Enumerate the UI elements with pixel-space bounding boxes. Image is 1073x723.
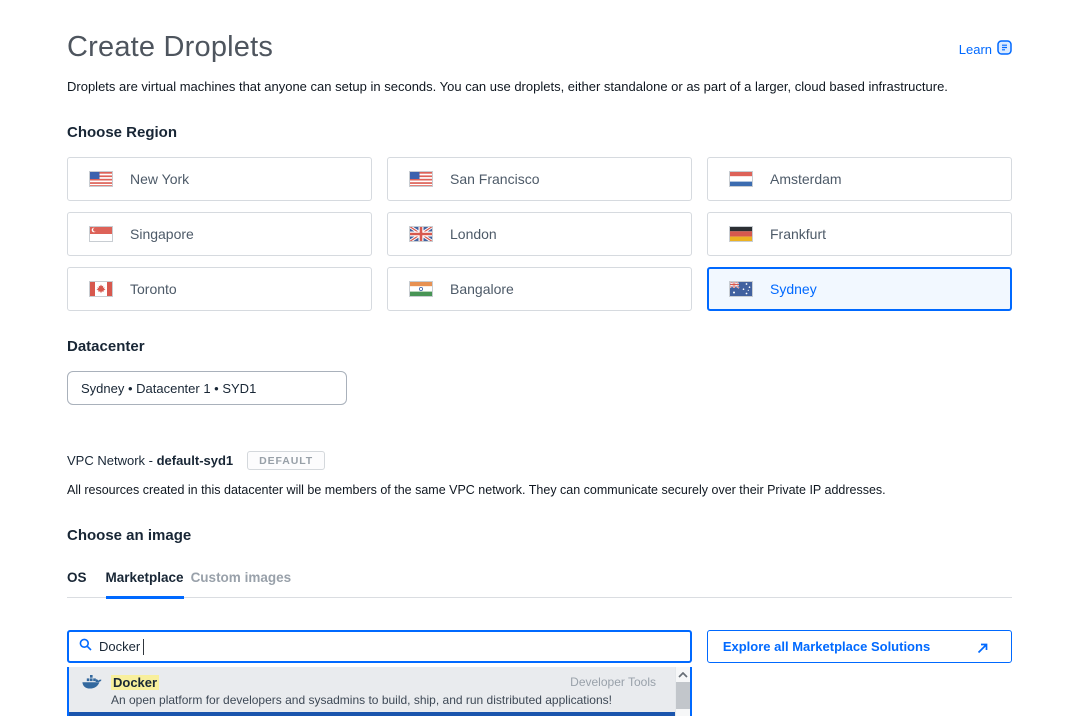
region-card-frankfurt[interactable]: Frankfurt: [707, 212, 1012, 256]
vpc-network-name: default-syd1: [157, 453, 234, 468]
uk-flag-icon: [409, 226, 433, 242]
result-category: Developer Tools: [570, 675, 656, 689]
region-label: Singapore: [130, 226, 194, 242]
marketplace-search-input[interactable]: [99, 639, 143, 654]
docker-whale-icon: [82, 674, 103, 690]
region-label: London: [450, 226, 497, 242]
vpc-network-row: VPC Network - default-syd1 DEFAULT: [67, 451, 1012, 470]
text-cursor: [143, 639, 144, 655]
netherlands-flag-icon: [729, 171, 753, 187]
region-label: Toronto: [130, 281, 177, 297]
search-results-dropdown: Docker Developer Tools An open platform …: [67, 667, 692, 716]
result-name-highlighted: Docker: [111, 675, 159, 690]
region-grid: New York San Francisco Amsterdam Singapo…: [67, 157, 1012, 311]
canada-flag-icon: [89, 281, 113, 297]
us-flag-icon: [409, 171, 433, 187]
image-tabs: OS Marketplace Custom images: [67, 570, 1012, 598]
next-result-item-partial[interactable]: [69, 712, 690, 716]
region-card-new-york[interactable]: New York: [67, 157, 372, 201]
scroll-up-arrow-icon[interactable]: [676, 667, 690, 682]
scrollbar-thumb[interactable]: [676, 682, 691, 709]
choose-region-heading: Choose Region: [67, 124, 1012, 141]
tab-os[interactable]: OS: [67, 570, 87, 599]
explore-marketplace-button[interactable]: Explore all Marketplace Solutions: [707, 630, 1012, 663]
germany-flag-icon: [729, 226, 753, 242]
marketplace-search-row: Explore all Marketplace Solutions: [67, 630, 1012, 663]
region-card-amsterdam[interactable]: Amsterdam: [707, 157, 1012, 201]
region-label: San Francisco: [450, 171, 539, 187]
region-label: Bangalore: [450, 281, 514, 297]
marketplace-search-box[interactable]: [67, 630, 692, 663]
external-arrow-icon: [977, 641, 988, 659]
tab-marketplace[interactable]: Marketplace: [106, 570, 184, 599]
dropdown-scrollbar[interactable]: [675, 667, 690, 716]
choose-image-heading: Choose an image: [67, 527, 1012, 544]
page-subtitle: Droplets are virtual machines that anyon…: [67, 79, 1012, 94]
region-label: Frankfurt: [770, 226, 826, 242]
region-label: Amsterdam: [770, 171, 842, 187]
vpc-network-label: VPC Network - default-syd1: [67, 453, 233, 468]
region-card-bangalore[interactable]: Bangalore: [387, 267, 692, 311]
region-label: Sydney: [770, 281, 817, 297]
region-card-sydney[interactable]: Sydney: [707, 267, 1012, 311]
region-card-toronto[interactable]: Toronto: [67, 267, 372, 311]
explore-marketplace-label: Explore all Marketplace Solutions: [723, 639, 930, 654]
us-flag-icon: [89, 171, 113, 187]
india-flag-icon: [409, 281, 433, 297]
page-title: Create Droplets: [67, 31, 273, 64]
datacenter-selected-value: Sydney • Datacenter 1 • SYD1: [81, 381, 256, 396]
result-item-docker[interactable]: Docker Developer Tools An open platform …: [69, 667, 690, 712]
australia-flag-icon: [729, 281, 753, 297]
search-icon: [79, 638, 92, 656]
learn-link[interactable]: Learn: [959, 40, 1012, 58]
page-header: Create Droplets Learn: [67, 0, 1012, 64]
vpc-default-badge: DEFAULT: [247, 451, 325, 470]
vpc-description: All resources created in this datacenter…: [67, 483, 1012, 497]
singapore-flag-icon: [89, 226, 113, 242]
datacenter-select[interactable]: Sydney • Datacenter 1 • SYD1: [67, 371, 347, 405]
region-card-san-francisco[interactable]: San Francisco: [387, 157, 692, 201]
region-card-london[interactable]: London: [387, 212, 692, 256]
datacenter-heading: Datacenter: [67, 338, 1012, 355]
learn-doc-icon: [997, 40, 1012, 58]
learn-link-label: Learn: [959, 42, 992, 57]
create-droplets-page: Create Droplets Learn Droplets are virtu…: [0, 0, 1073, 716]
region-card-singapore[interactable]: Singapore: [67, 212, 372, 256]
result-head: Docker Developer Tools: [82, 674, 656, 690]
region-label: New York: [130, 171, 189, 187]
result-description: An open platform for developers and sysa…: [82, 693, 656, 707]
tab-custom-images[interactable]: Custom images: [191, 570, 292, 599]
